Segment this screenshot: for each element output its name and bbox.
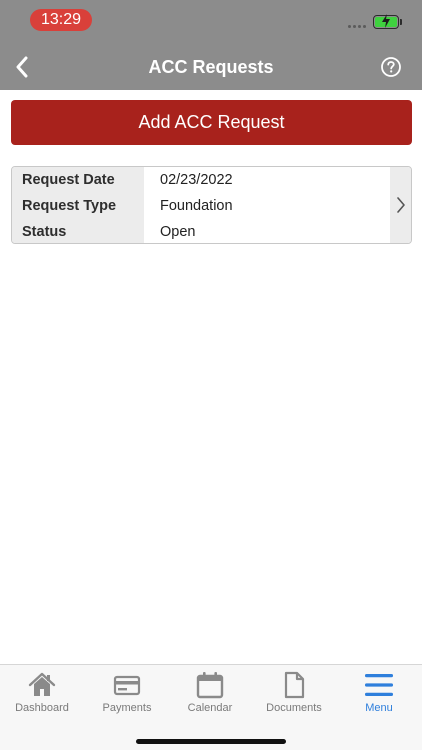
status-label: Status — [22, 224, 67, 240]
tab-menu-label: Menu — [365, 702, 393, 714]
credit-card-icon — [113, 675, 141, 696]
add-acc-request-button[interactable]: Add ACC Request — [11, 100, 412, 145]
tab-payments-label: Payments — [102, 702, 152, 714]
status-bar: 13:29 — [0, 0, 422, 40]
tab-calendar-label: Calendar — [187, 702, 233, 714]
row-request-type: Request Type Foundation — [12, 193, 392, 219]
top-header: 13:29 ACC Requests — [0, 0, 422, 90]
request-date-label: Request Date — [22, 172, 115, 188]
home-indicator — [136, 739, 286, 744]
tab-bar: Dashboard Payments Calendar Documents Me… — [0, 664, 422, 750]
battery-icon — [373, 14, 399, 29]
battery-tip — [400, 19, 402, 25]
request-detail-chevron[interactable] — [390, 167, 411, 243]
calendar-icon — [196, 672, 224, 699]
tab-dashboard[interactable]: Dashboard — [0, 665, 84, 719]
document-icon — [284, 671, 305, 699]
nav-bar: ACC Requests — [0, 44, 422, 90]
back-button[interactable] — [8, 52, 36, 82]
chevron-right-icon — [396, 197, 405, 213]
chevron-left-icon — [16, 56, 28, 78]
tab-calendar[interactable]: Calendar — [168, 665, 252, 719]
tab-dashboard-label: Dashboard — [15, 702, 69, 714]
signal-icon — [348, 25, 368, 29]
row-request-date: Request Date 02/23/2022 — [12, 167, 392, 193]
tab-documents-label: Documents — [266, 702, 322, 714]
help-button[interactable] — [380, 56, 402, 78]
page-title: ACC Requests — [148, 57, 274, 77]
status-value: Open — [160, 224, 196, 240]
request-type-value: Foundation — [160, 198, 233, 214]
status-time: 13:29 — [30, 9, 92, 31]
home-icon — [28, 672, 56, 696]
row-status: Status Open — [12, 219, 392, 243]
help-icon — [381, 57, 401, 77]
tab-menu[interactable]: Menu — [337, 665, 421, 719]
request-date-value: 02/23/2022 — [160, 172, 233, 188]
request-card[interactable]: Request Date 02/23/2022 Request Type Fou… — [11, 166, 412, 244]
tab-payments[interactable]: Payments — [85, 665, 169, 719]
request-type-label: Request Type — [22, 198, 117, 214]
hamburger-menu-icon — [365, 674, 393, 696]
tab-documents[interactable]: Documents — [252, 665, 336, 719]
